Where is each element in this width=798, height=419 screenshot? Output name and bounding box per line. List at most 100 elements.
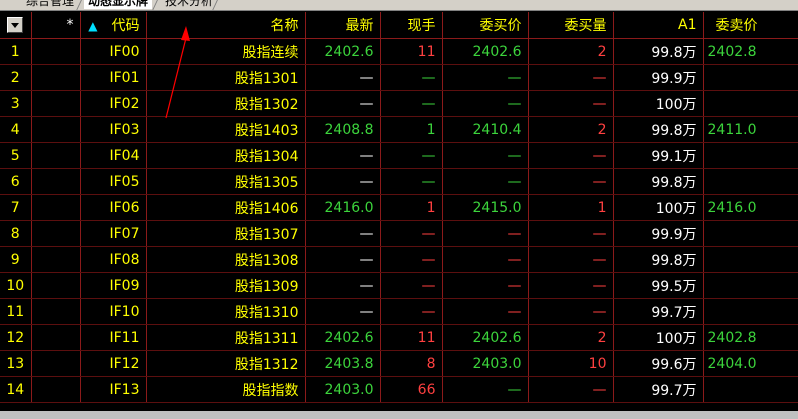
volume-cell: —	[380, 90, 443, 117]
tab-overview[interactable]: 综合管理	[22, 0, 78, 9]
code-cell: IF10	[80, 298, 147, 325]
dropdown-menu-icon[interactable]	[7, 17, 24, 33]
code-cell: IF08	[80, 246, 147, 273]
a1-cell: 99.8万	[613, 246, 704, 273]
ask-price-cell	[703, 246, 798, 273]
bid-price-cell: —	[442, 246, 529, 273]
volume-cell: 1	[380, 116, 443, 143]
tab-technical-analysis[interactable]: 技术分析	[161, 0, 217, 9]
bid-qty-cell: —	[528, 64, 614, 91]
table-row[interactable]: 3 IF02 股指1302— — — —100万	[0, 90, 798, 117]
column-header-latest[interactable]: 最新	[305, 12, 381, 39]
row-number-cell: 8	[0, 220, 32, 247]
column-header-bid-price[interactable]: 委买价	[442, 12, 529, 39]
ask-price-cell	[703, 90, 798, 117]
a1-cell: 99.5万	[613, 272, 704, 299]
name-cell: 股指1403	[146, 116, 306, 143]
column-header-star[interactable]: *	[31, 12, 81, 39]
volume-cell: —	[380, 272, 443, 299]
bid-price-cell: —	[442, 272, 529, 299]
column-header-code[interactable]: ▲ 代码	[80, 12, 147, 39]
a1-cell: 100万	[613, 324, 704, 351]
tab-bar: 综合管理 动态显示牌 技术分析	[0, 0, 798, 11]
code-cell: IF02	[80, 90, 147, 117]
table-row[interactable]: 11 IF10 股指1310— — — —99.7万	[0, 298, 798, 325]
bid-price-cell: 2410.4	[442, 116, 529, 143]
bid-qty-cell: —	[528, 142, 614, 169]
code-cell: IF04	[80, 142, 147, 169]
column-menu-header[interactable]	[0, 12, 32, 39]
latest-price-cell: 2403.8	[305, 350, 381, 377]
volume-cell: —	[380, 298, 443, 325]
volume-cell: —	[380, 220, 443, 247]
name-cell: 股指1301	[146, 64, 306, 91]
ask-price-cell: 2402.8	[703, 324, 798, 351]
code-cell: IF03	[80, 116, 147, 143]
a1-cell: 99.8万	[613, 116, 704, 143]
table-row[interactable]: 2 IF01 股指1301— — — —99.9万	[0, 64, 798, 91]
star-cell	[31, 376, 81, 403]
bid-qty-cell: 2	[528, 38, 614, 65]
bid-qty-cell: —	[528, 90, 614, 117]
bid-price-cell: —	[442, 64, 529, 91]
table-row[interactable]: 4 IF03 股指1403 2408.8 1 2410.4 2 99.8万 2411.0	[0, 116, 798, 143]
star-cell	[31, 350, 81, 377]
latest-price-cell: 2416.0	[305, 194, 381, 221]
bid-price-cell: —	[442, 220, 529, 247]
bid-price-cell: 2402.6	[442, 324, 529, 351]
table-row[interactable]: 12 IF11 股指1311 2402.6 11 2402.6 2 100万 2402.8	[0, 324, 798, 351]
column-header-name[interactable]: 名称	[146, 12, 306, 39]
volume-cell: 11	[380, 38, 443, 65]
column-header-volume[interactable]: 现手	[380, 12, 443, 39]
bid-qty-cell: —	[528, 376, 614, 403]
bid-qty-cell: —	[528, 168, 614, 195]
code-cell: IF09	[80, 272, 147, 299]
code-cell: IF01	[80, 64, 147, 91]
sort-ascending-icon[interactable]: ▲	[88, 19, 97, 33]
bid-qty-cell: —	[528, 272, 614, 299]
star-cell	[31, 38, 81, 65]
table-row[interactable]: 6 IF05 股指1305— — — —99.8万	[0, 168, 798, 195]
bid-price-cell: —	[442, 142, 529, 169]
bid-price-cell: —	[442, 168, 529, 195]
a1-cell: 99.8万	[613, 168, 704, 195]
bid-price-cell: 2403.0	[442, 350, 529, 377]
table-row[interactable]: 14 IF13 股指指数 2403.0 66— —99.7万	[0, 376, 798, 403]
star-cell	[31, 64, 81, 91]
row-number-cell: 12	[0, 324, 32, 351]
ask-price-cell: 2416.0	[703, 194, 798, 221]
a1-cell: 99.9万	[613, 220, 704, 247]
column-header-ask-price[interactable]: 委卖价	[703, 12, 798, 39]
bid-price-cell: —	[442, 90, 529, 117]
volume-cell: —	[380, 246, 443, 273]
row-number-cell: 4	[0, 116, 32, 143]
column-header-code-label: 代码	[111, 18, 140, 34]
code-cell: IF13	[80, 376, 147, 403]
bid-qty-cell: 10	[528, 350, 614, 377]
column-header-bid-qty[interactable]: 委买量	[528, 12, 614, 39]
star-cell	[31, 194, 81, 221]
ask-price-cell	[703, 376, 798, 403]
volume-cell: —	[380, 64, 443, 91]
table-row[interactable]: 5 IF04 股指1304— — — —99.1万	[0, 142, 798, 169]
name-cell: 股指1312	[146, 350, 306, 377]
table-row[interactable]: 9 IF08 股指1308— — — —99.8万	[0, 246, 798, 273]
tab-dynamic-board[interactable]: 动态显示牌	[84, 0, 153, 9]
name-cell: 股指1305	[146, 168, 306, 195]
a1-cell: 99.9万	[613, 64, 704, 91]
bid-price-cell: —	[442, 376, 529, 403]
row-number-cell: 2	[0, 64, 32, 91]
column-header-a1[interactable]: A1	[613, 12, 704, 39]
ask-price-cell	[703, 272, 798, 299]
table-header: * ▲ 代码 名称 最新 现手 委买价 委买量 A1 委卖价	[0, 12, 798, 39]
table-row[interactable]: 8 IF07 股指1307— — — —99.9万	[0, 220, 798, 247]
table-row[interactable]: 1 IF00 股指连续 2402.6 11 2402.6 2 99.8万 2402.8	[0, 38, 798, 65]
table-row[interactable]: 10 IF09 股指1309— — — —99.5万	[0, 272, 798, 299]
latest-price-cell: —	[305, 220, 381, 247]
ask-price-cell: 2402.8	[703, 38, 798, 65]
latest-price-cell: —	[305, 168, 381, 195]
table-row[interactable]: 7 IF06 股指1406 2416.0 1 2415.0 1 100万 2416.0	[0, 194, 798, 221]
ask-price-cell	[703, 64, 798, 91]
table-row[interactable]: 13 IF12 股指1312 2403.8 8 2403.0 10 99.6万 2404.0	[0, 350, 798, 377]
volume-cell: 11	[380, 324, 443, 351]
